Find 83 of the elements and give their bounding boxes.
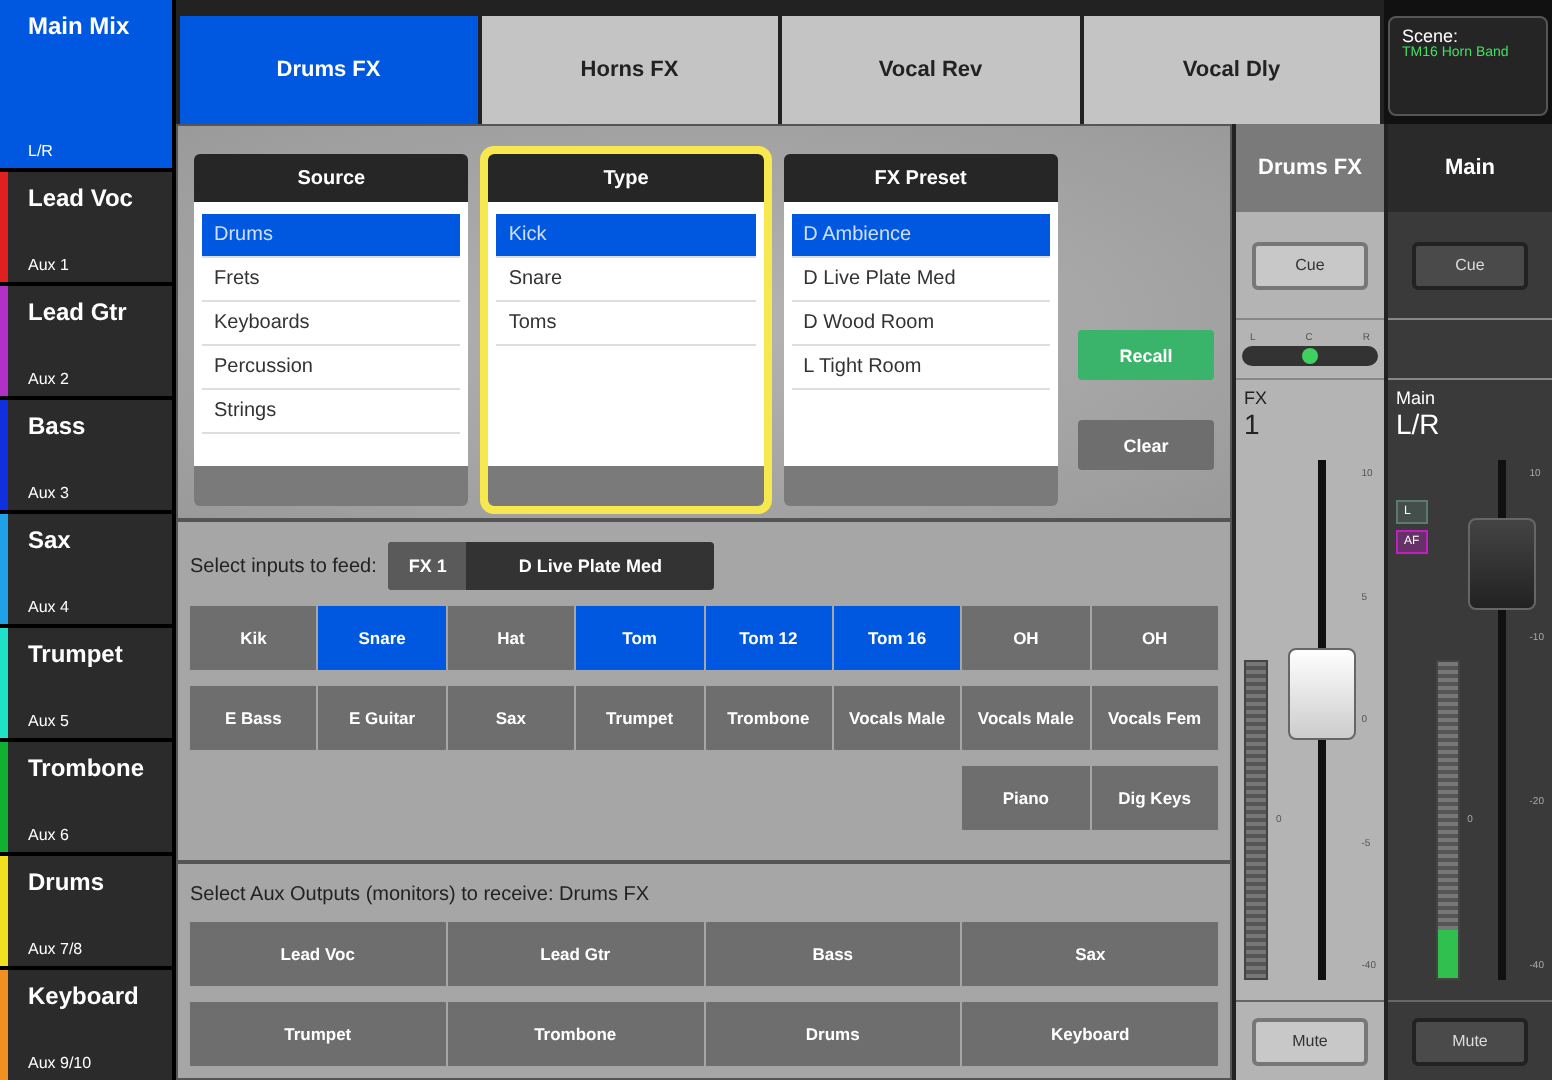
input-button[interactable]: OH: [962, 606, 1090, 671]
preset-name: D Live Plate Med: [516, 554, 664, 581]
picker-title: FX Preset: [783, 154, 1058, 202]
bus-number: Aux 2: [28, 370, 71, 388]
picker-title: Type: [488, 154, 764, 202]
aux-label: Select Aux Outputs (monitors) to receive: Drums FX: [190, 884, 652, 906]
input-button[interactable]: Hat: [447, 606, 575, 671]
mix-bus-item[interactable]: Drums Aux 7/8: [0, 856, 172, 966]
bus-number: Aux 1: [28, 256, 71, 274]
scene-label: Scene:: [1402, 26, 1461, 46]
mix-bus-item[interactable]: Trombone Aux 6: [0, 742, 172, 852]
picker-title: Source: [194, 154, 469, 202]
bus-number: Aux 4: [28, 598, 71, 616]
strip-title: Main: [1388, 124, 1552, 212]
aux-output-button[interactable]: Bass: [705, 922, 961, 986]
aux-output-button[interactable]: Trombone: [447, 1002, 703, 1066]
clear-button[interactable]: Clear: [1078, 420, 1214, 470]
input-button[interactable]: Piano: [962, 766, 1090, 831]
aux-output-button[interactable]: Trumpet: [190, 1002, 446, 1066]
input-button[interactable]: Trumpet: [576, 686, 703, 751]
input-button[interactable]: Vocals Fem: [1091, 686, 1218, 751]
aux-output-button[interactable]: Lead Gtr: [447, 922, 703, 986]
bus-number: Aux 5: [28, 712, 71, 730]
bus-number: Aux 6: [28, 826, 71, 844]
strip-name: 1: [1244, 408, 1262, 440]
mix-bus-item[interactable]: Main Mix L/R: [0, 0, 172, 168]
input-button[interactable]: Vocals Male: [962, 686, 1090, 751]
bus-name: Lead Gtr: [28, 298, 129, 326]
list-item[interactable]: D Ambience: [791, 214, 1050, 258]
bus-name: Trombone: [28, 754, 147, 782]
bus-name: Sax: [28, 526, 73, 554]
fx-number: FX 1: [388, 542, 467, 591]
input-button[interactable]: Tom 16: [833, 606, 961, 671]
mix-bus-item[interactable]: Lead Gtr Aux 2: [0, 286, 172, 396]
input-button[interactable]: Tom: [576, 606, 703, 671]
list-item[interactable]: Kick: [496, 214, 756, 258]
pan-knob[interactable]: [1302, 348, 1318, 364]
input-button[interactable]: Trombone: [705, 686, 832, 751]
fader-handle[interactable]: [1287, 648, 1356, 740]
input-button[interactable]: E Bass: [190, 686, 317, 751]
list-item[interactable]: Drums: [202, 214, 461, 258]
input-button[interactable]: Vocals Male: [833, 686, 961, 751]
cue-button[interactable]: Cue: [1412, 241, 1528, 289]
mix-bus-item[interactable]: Bass Aux 3: [0, 400, 172, 510]
aux-output-button[interactable]: Drums: [705, 1002, 961, 1066]
strip-title: Drums FX: [1236, 124, 1384, 212]
mix-bus-item[interactable]: Keyboard Aux 9/10: [0, 970, 172, 1080]
fx-tab[interactable]: Drums FX: [180, 16, 477, 124]
mix-bus-item[interactable]: Lead Voc Aux 1: [0, 172, 172, 282]
mix-bus-item[interactable]: Trumpet Aux 5: [0, 628, 172, 738]
aux-output-button[interactable]: Lead Voc: [190, 922, 446, 986]
bus-number: L/R: [28, 142, 55, 160]
pan-slider[interactable]: [1242, 346, 1378, 366]
input-button[interactable]: Tom 12: [705, 606, 832, 671]
input-button[interactable]: Dig Keys: [1091, 766, 1218, 831]
input-button[interactable]: Kik: [190, 606, 317, 671]
mix-bus-item[interactable]: Sax Aux 4: [0, 514, 172, 624]
strip-name: L/R: [1396, 408, 1442, 440]
bus-name: Trumpet: [28, 640, 125, 668]
bus-name: Bass: [28, 412, 88, 440]
bus-number: Aux 9/10: [28, 1054, 94, 1072]
strip-type: Main: [1396, 388, 1438, 408]
mute-button[interactable]: Mute: [1252, 1017, 1368, 1065]
fader-handle[interactable]: [1467, 518, 1536, 610]
bus-name: Keyboard: [28, 982, 141, 1010]
bus-name: Lead Voc: [28, 184, 135, 212]
strip-type: FX: [1244, 388, 1270, 408]
bus-name: Main Mix: [28, 12, 132, 40]
aux-output-button[interactable]: Sax: [962, 922, 1218, 986]
input-button[interactable]: Sax: [447, 686, 575, 751]
bus-number: Aux 3: [28, 484, 71, 502]
fx-tab[interactable]: Vocal Dly: [1083, 16, 1380, 124]
cue-button[interactable]: Cue: [1252, 241, 1368, 289]
input-button[interactable]: E Guitar: [318, 686, 446, 751]
aux-output-button[interactable]: Keyboard: [962, 1002, 1218, 1066]
fx-tab[interactable]: Horns FX: [481, 16, 778, 124]
input-button[interactable]: Snare: [318, 606, 446, 671]
fx-tab[interactable]: Vocal Rev: [782, 16, 1079, 124]
bus-name: Drums: [28, 868, 107, 896]
feed-label: Select inputs to feed:: [190, 555, 377, 578]
mute-button[interactable]: Mute: [1412, 1017, 1528, 1065]
input-button[interactable]: OH: [1091, 606, 1218, 671]
bus-number: Aux 7/8: [28, 940, 85, 958]
